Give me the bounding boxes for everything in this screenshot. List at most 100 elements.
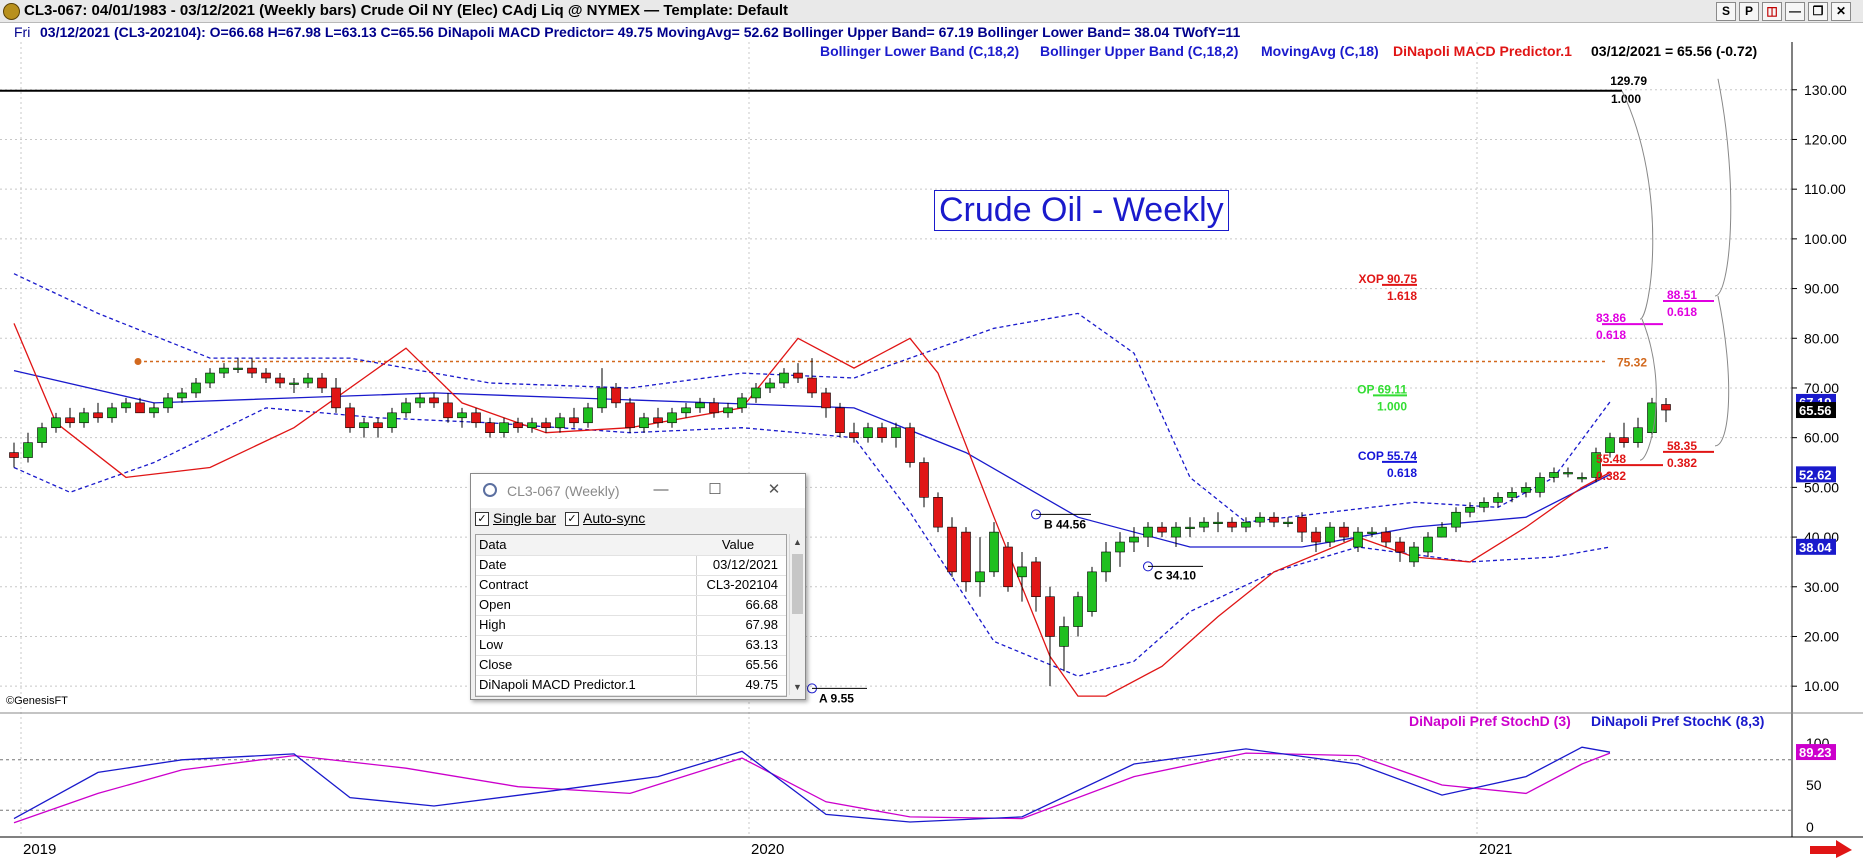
scroll-down-icon[interactable]: ▼	[790, 679, 805, 695]
pivot-c-label: C 34.10	[1154, 568, 1196, 582]
candle-body	[737, 397, 747, 409]
candle	[1199, 517, 1209, 533]
candle	[947, 517, 957, 577]
candle-body	[1241, 521, 1251, 528]
candle	[1409, 542, 1419, 567]
candle	[233, 358, 243, 374]
op-annotation-label: OP 69.11	[1357, 382, 1407, 396]
minimize-icon[interactable]: —	[649, 479, 673, 501]
legend-stoch-k: DiNapoli Pref StochK (8,3)	[1591, 713, 1765, 729]
candle-body	[793, 372, 803, 379]
close-icon[interactable]: ✕	[762, 479, 786, 501]
candle-body	[289, 382, 299, 385]
candle-body	[261, 372, 271, 379]
candle-body	[205, 372, 215, 384]
candle	[667, 407, 677, 428]
candle-body	[149, 407, 159, 414]
table-row: High 67.98	[476, 615, 786, 636]
table-row: Date 03/12/2021	[476, 555, 786, 576]
candle	[261, 368, 271, 383]
table-header: Data Value	[476, 535, 786, 556]
y-tick-label: 90.00	[1804, 281, 1839, 297]
candle	[219, 363, 229, 379]
candle	[961, 527, 971, 592]
candle	[779, 368, 789, 388]
xop-annotation-ratio: 1.618	[1387, 289, 1417, 303]
row-value: CL3-202104	[706, 577, 778, 592]
candle	[373, 417, 383, 438]
candle-body	[1339, 526, 1349, 538]
candle	[191, 378, 201, 398]
data-window-header[interactable]: CL3-067 (Weekly) — ☐ ✕	[471, 474, 805, 508]
candle	[1507, 487, 1517, 503]
price-chart[interactable]: XOP 90.75 1.618 OP 69.11 1.000 COP 55.74 0.61…	[0, 0, 1863, 858]
data-window[interactable]: CL3-067 (Weekly) — ☐ ✕ ✓ Single bar ✓ Au…	[470, 473, 806, 700]
candle-body	[1661, 404, 1671, 411]
single-bar-label[interactable]: Single bar	[493, 510, 556, 526]
row-label: High	[479, 617, 506, 632]
candle-body	[597, 387, 607, 409]
row-value: 65.56	[745, 657, 778, 672]
candle	[1087, 566, 1097, 617]
candle	[1423, 532, 1433, 557]
x-tick-label: 2019	[23, 841, 56, 858]
candle	[975, 537, 985, 597]
candle	[345, 402, 355, 433]
candle-body	[639, 417, 649, 429]
candle-body	[1199, 521, 1209, 528]
candle	[1451, 507, 1461, 533]
legend-moving-avg: MovingAvg (C,18)	[1261, 43, 1379, 59]
y-tick-label: 10.00	[1804, 678, 1839, 694]
candle	[1311, 527, 1321, 552]
col-data-header: Data	[479, 537, 507, 552]
candle-body	[1283, 521, 1293, 524]
scroll-up-icon[interactable]: ▲	[790, 534, 805, 550]
candle	[737, 392, 747, 413]
candle-body	[1157, 526, 1167, 533]
candle	[1255, 512, 1265, 528]
candle-body	[1493, 497, 1503, 503]
price-tag-label: 52.62	[1799, 467, 1832, 482]
candle-body	[1437, 526, 1447, 538]
y-tick-label: 30.00	[1804, 579, 1839, 595]
row-value: 03/12/2021	[712, 557, 778, 572]
candle-body	[1031, 561, 1041, 598]
y-tick-label: 20.00	[1804, 628, 1839, 644]
candle	[1213, 512, 1223, 533]
candle	[149, 402, 159, 418]
candle-body	[499, 422, 509, 434]
candle	[793, 363, 803, 383]
candle	[429, 392, 439, 408]
candle-body	[709, 402, 719, 414]
auto-sync-checkbox[interactable]: ✓	[565, 512, 579, 526]
single-bar-checkbox[interactable]: ✓	[475, 512, 489, 526]
candle-body	[1507, 492, 1517, 498]
scroll-thumb[interactable]	[792, 554, 803, 614]
candle	[457, 407, 467, 428]
data-window-scrollbar[interactable]: ▲ ▼	[789, 534, 805, 695]
auto-sync-label[interactable]: Auto-sync	[583, 510, 645, 526]
candle	[583, 402, 593, 428]
table-row: Contract CL3-202104	[476, 575, 786, 596]
fib-bracket	[1621, 90, 1654, 320]
candle	[933, 492, 943, 533]
candle	[527, 417, 537, 433]
candle-body	[695, 402, 705, 409]
candle-body	[919, 462, 929, 498]
candle-body	[765, 382, 775, 389]
candle-body	[1143, 526, 1153, 538]
candle-body	[1549, 472, 1559, 478]
candle	[1143, 522, 1153, 548]
candle-body	[1535, 477, 1545, 493]
candle-body	[1003, 546, 1013, 588]
maximize-icon[interactable]: ☐	[703, 479, 727, 501]
candle-body	[79, 412, 89, 424]
candle	[1661, 398, 1671, 423]
candle	[1003, 542, 1013, 592]
y-tick-label: 120.00	[1804, 131, 1847, 147]
xop-annotation-label: XOP 90.75	[1359, 272, 1418, 286]
candle-body	[401, 402, 411, 414]
candle	[919, 457, 929, 508]
candle-body	[933, 497, 943, 528]
stoch-tick-label: 50	[1806, 777, 1822, 793]
